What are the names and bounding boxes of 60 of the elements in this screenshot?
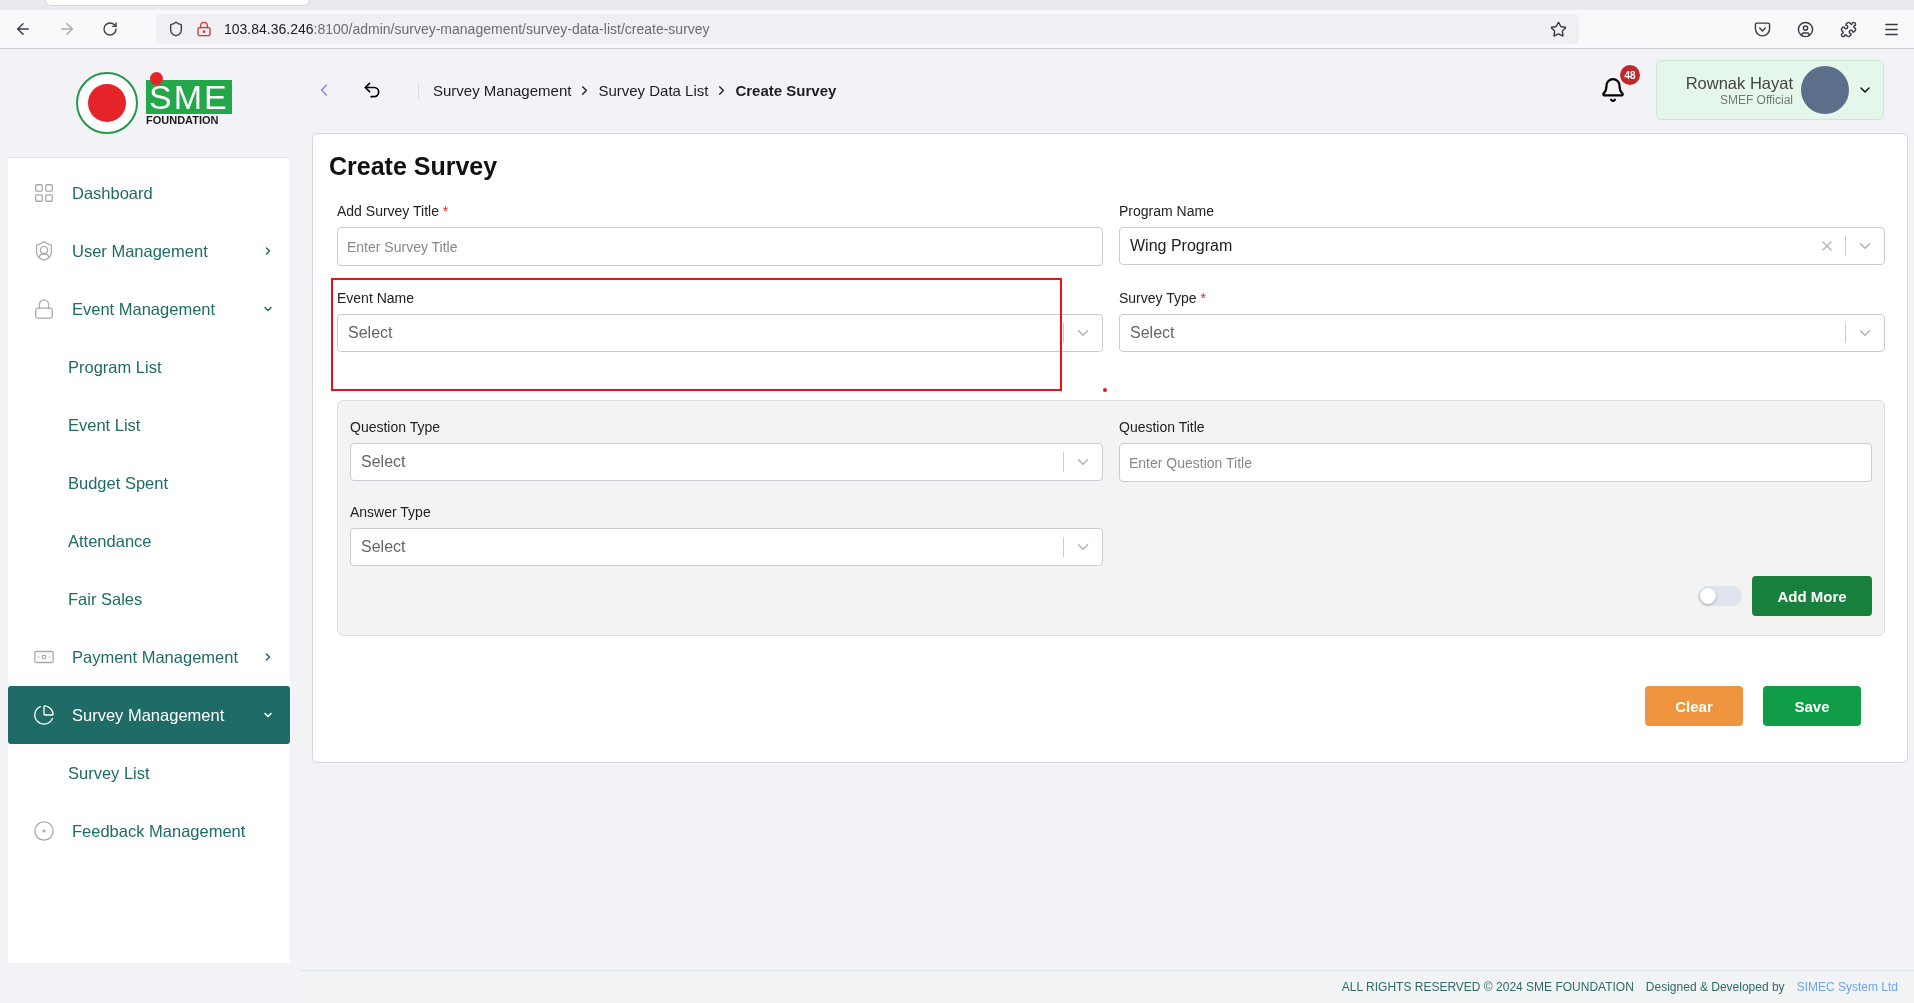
annotation-dot (1103, 388, 1107, 392)
text-field[interactable]: Enter Question Title (1119, 443, 1872, 482)
nav-icon (33, 820, 55, 842)
address-bar[interactable]: 103.84.36.246:8100/admin/survey-management/survey-data-list/create-survey (156, 14, 1579, 44)
field-label: Event Name (337, 290, 416, 306)
nav-icon (33, 298, 55, 320)
field-label: Survey Type * (1119, 290, 1207, 306)
nav-icon (33, 182, 55, 204)
user-name: Rownak Hayat (1685, 73, 1793, 93)
breadcrumb-link[interactable]: Survey Data List (598, 81, 709, 99)
field-label: Question Title (1119, 419, 1206, 435)
text-field[interactable]: Enter Survey Title (337, 227, 1103, 266)
sidebar-subitem[interactable]: Budget Spent (8, 454, 290, 512)
sidebar-item[interactable]: Payment Management (8, 628, 290, 686)
bell-icon[interactable] (1600, 77, 1626, 103)
sidebar-subitem[interactable]: Survey List (8, 744, 290, 802)
puzzle-icon[interactable] (1840, 20, 1857, 38)
star-icon[interactable] (1550, 20, 1567, 38)
select-field[interactable]: Wing Program (1119, 227, 1885, 265)
avatar-placeholder (1801, 66, 1849, 114)
user-menu[interactable]: Rownak Hayat SMEF Official (1656, 60, 1884, 120)
breadcrumb-link[interactable]: Survey Management (433, 81, 572, 99)
back-icon[interactable] (14, 20, 32, 38)
url-text: 103.84.36.246:8100/admin/survey-management/survey-data-list/create-survey (224, 21, 711, 37)
account-icon[interactable] (1797, 20, 1814, 38)
sidebar-item[interactable]: Dashboard (8, 164, 290, 222)
sidebar-item[interactable]: Feedback Management (8, 802, 290, 860)
nav-icon (33, 704, 55, 726)
logo-subtitle: FOUNDATION (146, 114, 219, 126)
reload-icon[interactable] (102, 21, 118, 37)
sidebar-subitem[interactable]: Event List (8, 396, 290, 454)
add-more-button[interactable]: Add More (1752, 576, 1872, 616)
field-label: Question Type (350, 419, 442, 435)
select-field[interactable]: Select (337, 314, 1103, 352)
shield-icon (168, 21, 184, 37)
select-field[interactable]: Select (350, 443, 1103, 481)
logo-mark: SME (146, 80, 232, 114)
field-label: Add Survey Title * (337, 203, 450, 219)
field-label: Answer Type (350, 504, 432, 520)
pocket-icon[interactable] (1754, 20, 1771, 38)
select-field[interactable]: Select (350, 528, 1103, 566)
credit-text: Designed & Developed by (1645, 980, 1785, 994)
select-field[interactable]: Select (1119, 314, 1885, 352)
nav-icon (33, 240, 55, 262)
sidebar-item[interactable]: Event Management (8, 280, 290, 338)
toggle-switch[interactable] (1698, 586, 1742, 606)
sidebar-subitem[interactable]: Program List (8, 338, 290, 396)
undo-icon[interactable] (362, 80, 382, 100)
breadcrumb-link[interactable]: Create Survey (735, 81, 837, 99)
user-role: SMEF Official (1719, 92, 1793, 107)
save-button[interactable]: Save (1763, 686, 1861, 726)
notification-count: 48 (1620, 65, 1640, 85)
sidebar-subitem[interactable]: Attendance (8, 512, 290, 570)
field-label: Program Name (1119, 203, 1215, 219)
copyright-text: ALL RIGHTS RESERVED © 2024 SME FOUNDATION (1341, 980, 1634, 994)
page-title: Create Survey (329, 152, 499, 181)
sidebar-subitem[interactable]: Fair Sales (8, 570, 290, 628)
sidebar-item[interactable]: Survey Management (8, 686, 290, 744)
sidebar-item[interactable]: User Management (8, 222, 290, 280)
lock-icon (196, 21, 212, 37)
